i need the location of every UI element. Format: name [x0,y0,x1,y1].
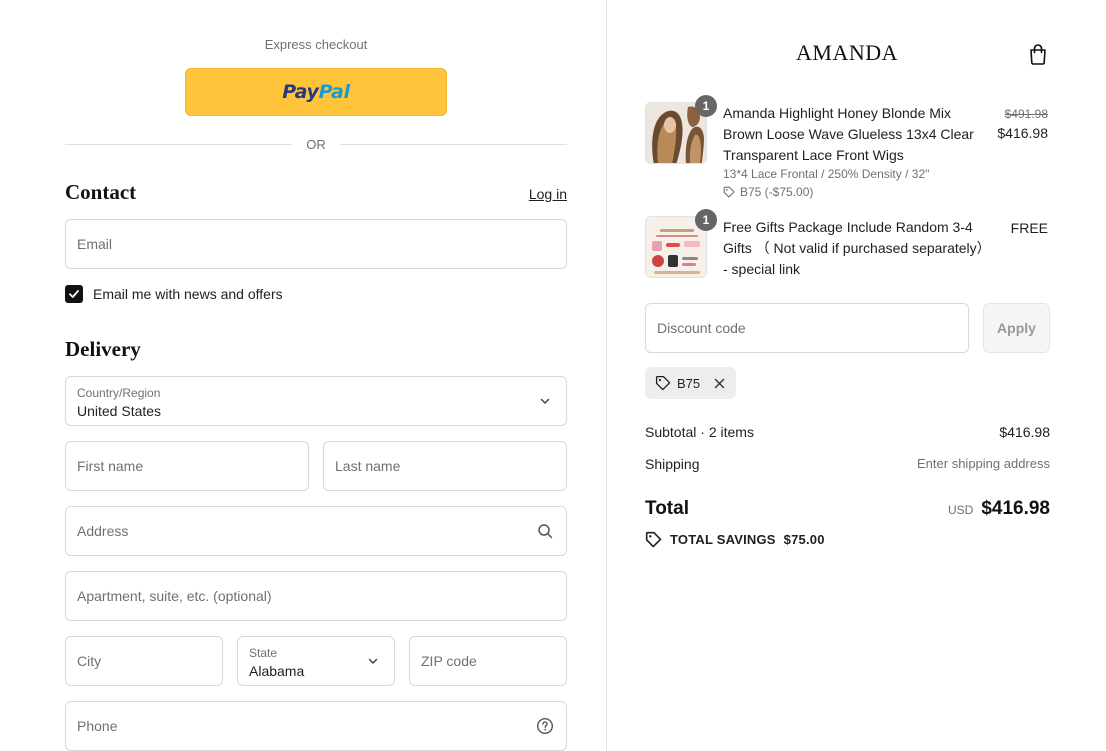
savings-label: TOTAL SAVINGS [670,532,776,547]
state-value: Alabama [249,663,305,679]
store-logo[interactable]: AMANDA [607,40,1087,66]
discount-code-field[interactable]: Discount code [645,303,969,353]
total-savings: TOTAL SAVINGS $75.00 [645,531,825,548]
city-field[interactable]: City [65,636,223,686]
apply-button[interactable]: Apply [983,303,1050,353]
shipping-value: Enter shipping address [917,456,1050,471]
total-value: $416.98 [981,498,1050,519]
item-title: Free Gifts Package Include Random 3-4 Gi… [723,219,991,277]
newsletter-checkbox[interactable] [65,285,83,303]
paypal-button[interactable]: PayPal [185,68,447,116]
subtotal-row: Subtotal · 2 items $416.98 [645,424,1050,440]
tag-icon [645,531,662,548]
address-field[interactable]: Address [65,506,567,556]
zip-field[interactable]: ZIP code [409,636,567,686]
item-price: $416.98 [997,125,1048,141]
quantity-badge: 1 [695,95,717,117]
currency-code: USD [947,503,974,517]
zip-placeholder: ZIP code [421,653,477,669]
or-label: OR [306,136,326,152]
contact-heading: Contact [65,180,137,204]
country-select[interactable]: Country/Region United States [65,376,567,426]
apartment-placeholder: Apartment, suite, etc. (optional) [77,588,272,604]
chevron-down-icon [536,392,554,410]
remove-discount-icon[interactable] [712,376,726,390]
quantity-badge: 1 [695,209,717,231]
phone-placeholder: Phone [77,718,118,734]
phone-field[interactable]: Phone [65,701,567,751]
newsletter-checkbox-row[interactable]: Email me with news and offers [65,285,283,303]
savings-value: $75.00 [783,532,825,547]
checkout-form-column: Express checkout PayPal OR Contact Log i… [0,0,606,751]
item-discount: B75 (-$75.00) [723,185,813,199]
subtotal-label: Subtotal · 2 items [645,424,754,440]
last-name-field[interactable]: Last name [323,441,567,491]
or-divider: OR [65,136,567,152]
paypal-logo: PayPal [282,81,350,103]
country-value: United States [77,403,162,419]
applied-discount-code: B75 [677,375,701,391]
subtotal-value: $416.98 [999,424,1050,440]
first-name-placeholder: First name [77,458,144,474]
address-placeholder: Address [77,523,129,539]
city-placeholder: City [77,653,102,669]
order-summary-column: AMANDA 1 Amanda Highlight Honey Blonde M… [606,0,1106,751]
applied-discount-chip: B75 [645,367,737,399]
checkmark-icon [69,290,79,298]
help-icon[interactable] [536,717,554,735]
item-price: FREE [1010,220,1048,236]
total-label: Total [645,498,689,519]
shipping-label: Shipping [645,456,700,472]
newsletter-label: Email me with news and offers [93,286,283,302]
tag-icon [655,375,671,391]
email-placeholder: Email [77,236,113,252]
state-select[interactable]: State Alabama [237,636,395,686]
delivery-heading: Delivery [65,337,141,361]
express-checkout-label: Express checkout [264,37,368,52]
item-title: Amanda Highlight Honey Blonde Mix Brown … [723,105,974,163]
shipping-row: Shipping Enter shipping address [645,456,1050,472]
shopping-bag-icon[interactable] [1028,43,1048,65]
country-label: Country/Region [77,386,161,400]
email-field[interactable]: Email [65,219,567,269]
item-original-price: $491.98 [1004,107,1048,121]
first-name-field[interactable]: First name [65,441,309,491]
total-row: Total USD $416.98 [645,498,1050,520]
item-variant: 13*4 Lace Frontal / 250% Density / 32" [723,167,930,181]
discount-code-placeholder: Discount code [657,320,746,336]
tag-icon [723,186,735,198]
apartment-field[interactable]: Apartment, suite, etc. (optional) [65,571,567,621]
last-name-placeholder: Last name [335,458,401,474]
search-icon [536,522,554,540]
state-label: State [249,646,278,660]
chevron-down-icon [364,652,382,670]
item-discount-label: B75 (-$75.00) [740,185,814,199]
login-link[interactable]: Log in [529,186,567,202]
